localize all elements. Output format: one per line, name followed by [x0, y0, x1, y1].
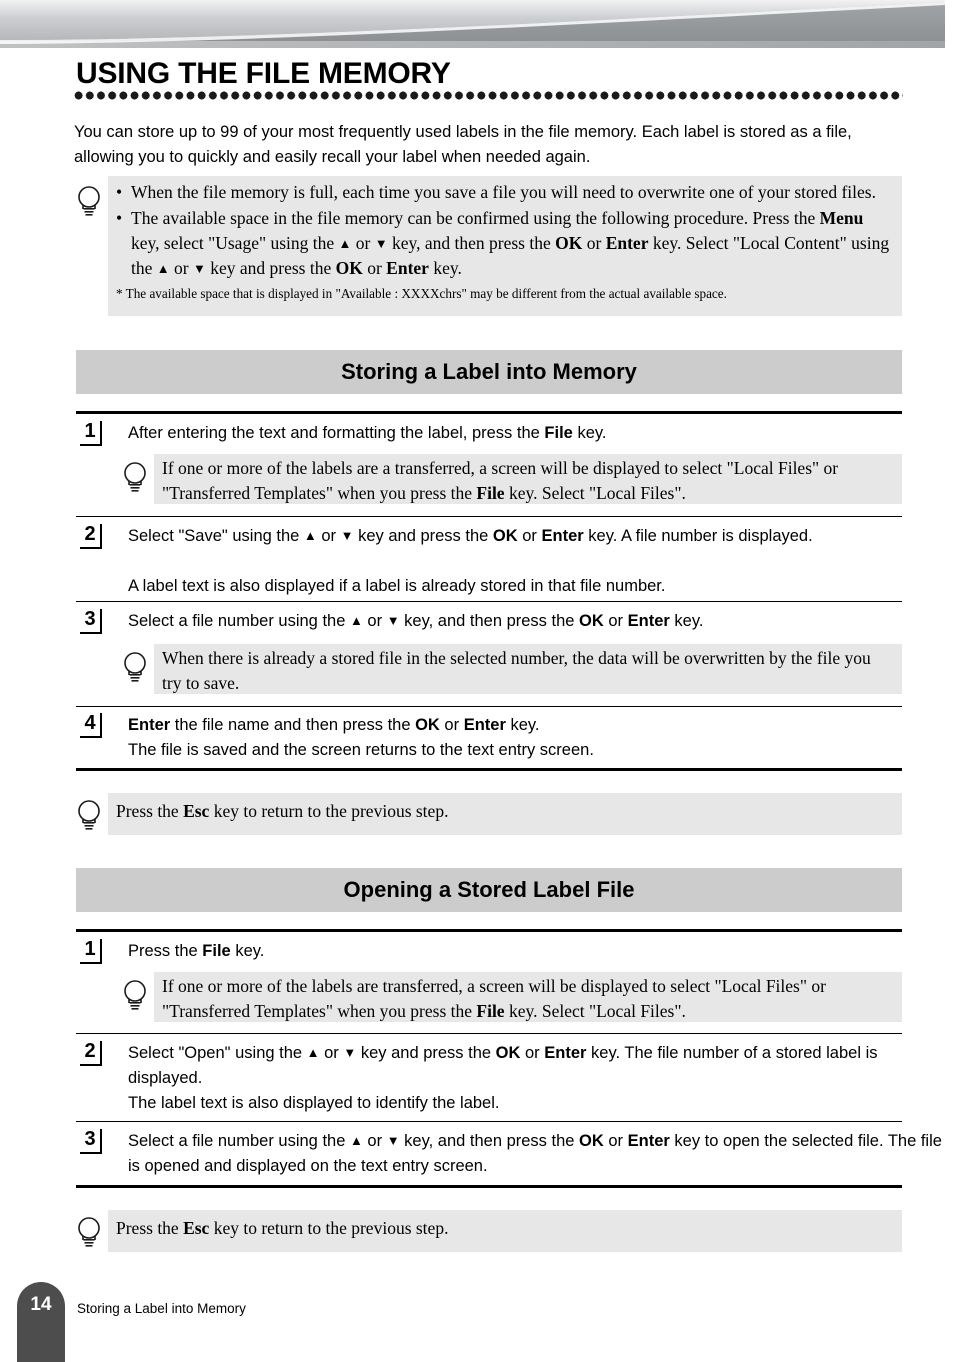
step-text: After entering the text and formatting t… — [128, 424, 607, 442]
lightbulb-icon — [76, 184, 102, 220]
step-text: Select "Save" using the ▲ or ▼ key and p… — [128, 527, 813, 545]
footer-section-label: Storing a Label into Memory — [77, 1301, 246, 1316]
step-separator — [76, 1121, 902, 1123]
lightbulb-icon — [76, 1215, 102, 1251]
lightbulb-icon — [122, 650, 148, 686]
note-text: Press the Esc key to return to the previ… — [108, 1210, 902, 1252]
step-separator — [76, 1033, 902, 1035]
section-heading-opening: Opening a Stored Label File — [76, 868, 902, 912]
section-rule-bottom — [76, 1185, 902, 1188]
step-text: Press the File key. — [128, 942, 265, 960]
step-text: Enter the file name and then press the O… — [128, 716, 540, 734]
lightbulb-icon — [122, 978, 148, 1014]
note-text: If one or more of the labels are transfe… — [154, 972, 902, 1022]
section-heading-storing: Storing a Label into Memory — [76, 350, 902, 394]
title-dotted-rule — [73, 91, 903, 100]
top-note-bullet-2: The available space in the file memory c… — [131, 208, 890, 278]
step-number: 3 — [80, 609, 102, 634]
step-number: 3 — [80, 1129, 102, 1154]
page-number-tab: 14 — [17, 1282, 65, 1362]
note-text: When there is already a stored file in t… — [154, 644, 902, 694]
bullet-marker: • — [116, 208, 123, 228]
step-separator — [76, 516, 902, 518]
step-number: 2 — [80, 524, 102, 549]
step-text-line2: The label text is also displayed to iden… — [128, 1094, 500, 1112]
step-text-line2: A label text is also displayed if a labe… — [128, 577, 666, 595]
step-number: 2 — [80, 1041, 102, 1066]
step-number: 4 — [80, 713, 102, 738]
step-text: Select a file number using the ▲ or ▼ ke… — [128, 1132, 942, 1175]
page-number: 14 — [30, 1294, 52, 1315]
lightbulb-icon — [76, 798, 102, 834]
intro-paragraph: You can store up to 99 of your most freq… — [74, 123, 852, 166]
step-separator — [76, 601, 902, 603]
step-number: 1 — [80, 421, 102, 446]
section-rule-bottom — [76, 768, 902, 771]
note-text: Press the Esc key to return to the previ… — [108, 793, 902, 835]
step-separator — [76, 706, 902, 708]
lightbulb-icon — [122, 460, 148, 496]
section-rule-top — [76, 929, 902, 932]
top-note-footnote: * The available space that is displayed … — [116, 286, 727, 301]
top-note-bullet-1: When the file memory is full, each time … — [131, 182, 876, 202]
step-text-line2: The file is saved and the screen returns… — [128, 741, 594, 759]
step-text: Select a file number using the ▲ or ▼ ke… — [128, 612, 704, 630]
step-number: 1 — [80, 939, 102, 964]
section-rule-top — [76, 411, 902, 414]
bullet-marker: • — [116, 182, 123, 202]
note-text: If one or more of the labels are a trans… — [154, 454, 902, 504]
page-title: USING THE FILE MEMORY — [76, 57, 451, 90]
step-text: Select "Open" using the ▲ or ▼ key and p… — [128, 1044, 878, 1087]
